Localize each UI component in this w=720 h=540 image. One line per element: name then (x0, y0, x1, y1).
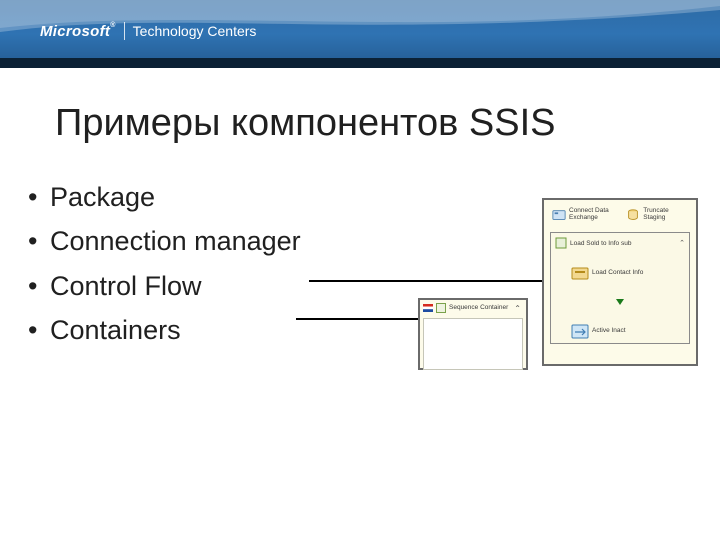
node-connect-data-exchange: Connect Data Exchange (550, 206, 618, 224)
node-label: Active Inact (592, 328, 626, 335)
control-flow-diagram: Connect Data Exchange Truncate Staging L… (542, 198, 698, 366)
node-label: Connect Data Exchange (569, 208, 616, 222)
dataflow-icon (571, 324, 589, 339)
bullet-text: Containers (50, 315, 181, 345)
diagram-top-row: Connect Data Exchange Truncate Staging (550, 206, 690, 224)
bullet-text: Control Flow (50, 271, 202, 301)
container-title: Load Sold to Info sub (570, 240, 631, 247)
flag-icon (423, 304, 433, 312)
slide-title: Примеры компонентов SSIS (55, 102, 556, 145)
container-header-small: Sequence Container ⌃ (423, 303, 523, 316)
container-title-small: Sequence Container (449, 305, 508, 312)
node-load-contact-info: Load Contact Info (571, 266, 685, 281)
bullet-item: Package (30, 175, 301, 219)
logo-block: Microsoft® Technology Centers (40, 22, 256, 40)
flow-arrow-icon (616, 299, 624, 305)
container-icon (555, 237, 567, 249)
node-label: Truncate Staging (643, 208, 688, 222)
containers-diagram: Sequence Container ⌃ (418, 298, 528, 370)
collapse-icon: ⌃ (679, 239, 685, 247)
node-label: Load Contact Info (592, 270, 643, 277)
package-icon (571, 266, 589, 281)
task-icon (552, 208, 566, 222)
node-active-inact: Active Inact (571, 324, 685, 339)
container-small-icon (436, 303, 446, 313)
bullet-list: Package Connection manager Control Flow … (30, 175, 301, 353)
connector-control-flow (309, 280, 547, 282)
header-banner: Microsoft® Technology Centers (0, 0, 720, 68)
connector-containers (296, 318, 423, 320)
brand-sublabel: Technology Centers (133, 23, 257, 39)
bullet-item: Control Flow (30, 264, 301, 308)
bullet-text: Package (50, 182, 155, 212)
bullet-item: Containers (30, 308, 301, 352)
node-truncate-staging: Truncate Staging (624, 206, 690, 224)
bullet-text: Connection manager (50, 226, 301, 256)
container-body-empty (423, 318, 523, 370)
logo-separator (124, 22, 125, 40)
bullet-item: Connection manager (30, 219, 301, 263)
brand-logo-text: Microsoft® (40, 23, 116, 40)
sequence-container-box: Load Sold to Info sub ⌃ Load Contact Inf… (550, 232, 690, 344)
task-db-icon (626, 208, 640, 222)
collapse-icon: ⌃ (514, 304, 523, 313)
registered-mark: ® (110, 22, 115, 29)
brand-name: Microsoft (40, 23, 110, 40)
container-header: Load Sold to Info sub ⌃ (555, 237, 685, 249)
